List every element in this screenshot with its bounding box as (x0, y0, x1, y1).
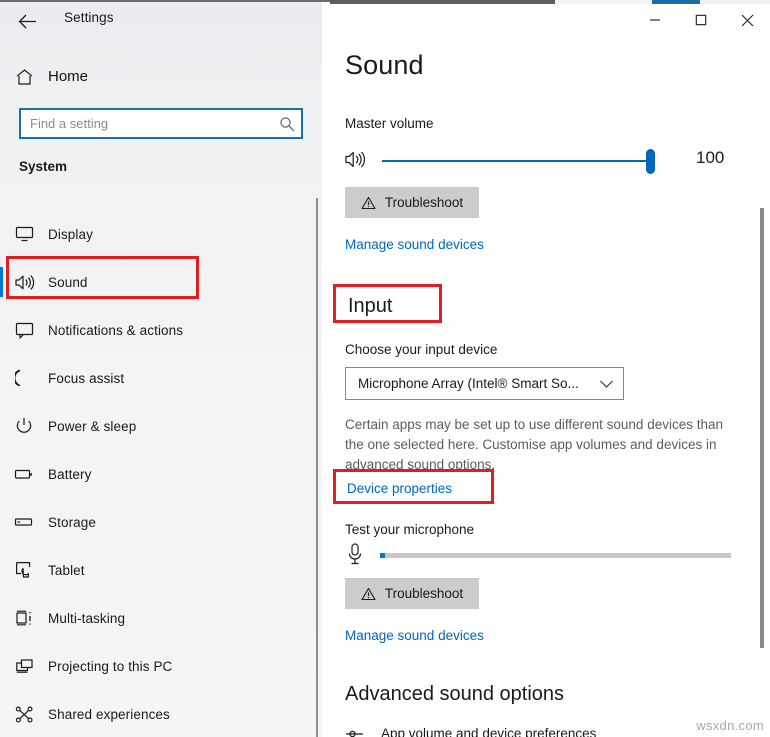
sidebar-scrollbar-thumb[interactable] (316, 198, 318, 737)
watermark: wsxdn.com (696, 718, 764, 733)
search-box[interactable] (19, 108, 303, 139)
window-controls (630, 4, 770, 36)
page-title: Sound (345, 50, 424, 81)
speaker-icon (0, 274, 48, 291)
monitor-icon (0, 226, 48, 242)
sidebar-nav-list: Display Sound (0, 210, 322, 737)
warning-triangle-icon (361, 196, 376, 210)
moon-icon (0, 369, 48, 387)
input-device-select[interactable]: Microphone Array (Intel® Smart So... (345, 367, 624, 400)
settings-window: Settings Home System (0, 0, 770, 737)
device-properties-link[interactable]: Device properties (347, 481, 452, 496)
sidebar-item-label: Multi-tasking (48, 611, 125, 626)
master-volume-slider[interactable]: 100 (344, 144, 754, 180)
multitask-icon (0, 610, 48, 627)
advanced-sound-options-heading: Advanced sound options (345, 683, 564, 706)
minimize-icon[interactable] (632, 4, 678, 36)
test-microphone-label: Test your microphone (345, 522, 474, 537)
mic-level-track (380, 553, 731, 558)
main-scrollbar-thumb[interactable] (760, 208, 764, 648)
microphone-level-meter (344, 542, 754, 572)
speaker-icon (344, 150, 368, 174)
battery-icon (0, 467, 48, 481)
close-icon[interactable] (724, 4, 770, 36)
chat-bubble-icon (0, 322, 48, 339)
app-volume-preferences-label: App volume and device preferences (381, 726, 596, 737)
master-volume-label: Master volume (345, 116, 434, 131)
input-description: Certain apps may be set up to use differ… (345, 415, 745, 475)
window-title: Settings (64, 10, 114, 25)
sidebar-item-label: Storage (48, 515, 96, 530)
troubleshoot-label: Troubleshoot (385, 195, 463, 210)
search-input[interactable] (21, 110, 273, 137)
power-icon (0, 417, 48, 435)
sidebar-item-display[interactable]: Display (0, 210, 322, 258)
microphone-icon (346, 542, 364, 573)
mic-level-fill (380, 553, 385, 558)
manage-sound-devices-link-output[interactable]: Manage sound devices (345, 237, 484, 252)
sidebar: Settings Home System (0, 2, 322, 737)
troubleshoot-label: Troubleshoot (385, 586, 463, 601)
slider-track[interactable] (382, 160, 652, 162)
maximize-icon[interactable] (678, 4, 724, 36)
sidebar-item-label: Focus assist (48, 371, 124, 386)
sidebar-item-label: Tablet (48, 563, 85, 578)
main-pane: Sound Master volume 100 (330, 4, 770, 737)
slider-thumb[interactable] (646, 149, 655, 174)
sidebar-item-sound[interactable]: Sound (0, 258, 322, 306)
choose-input-device-label: Choose your input device (345, 342, 497, 357)
sidebar-item-power-sleep[interactable]: Power & sleep (0, 402, 322, 450)
search-icon[interactable] (273, 116, 301, 132)
troubleshoot-input-button[interactable]: Troubleshoot (345, 578, 479, 609)
sidebar-scrollbar[interactable] (314, 198, 320, 737)
chevron-down-icon (589, 379, 623, 389)
home-icon (0, 68, 48, 86)
manage-sound-devices-link-input[interactable]: Manage sound devices (345, 628, 484, 643)
warning-triangle-icon (361, 587, 376, 601)
sidebar-item-notifications[interactable]: Notifications & actions (0, 306, 322, 354)
sidebar-item-label: Battery (48, 467, 91, 482)
sidebar-item-projecting[interactable]: Projecting to this PC (0, 642, 322, 690)
app-volume-preferences-item[interactable]: App volume and device preferences (345, 726, 596, 737)
share-icon (0, 706, 48, 723)
sidebar-group-header: System (19, 159, 67, 174)
troubleshoot-output-button[interactable]: Troubleshoot (345, 187, 479, 218)
sidebar-item-label: Shared experiences (48, 707, 170, 722)
volume-value: 100 (696, 148, 724, 168)
input-device-value: Microphone Array (Intel® Smart So... (346, 376, 589, 391)
sidebar-titlebar: Settings (0, 2, 322, 40)
sidebar-item-multitasking[interactable]: Multi-tasking (0, 594, 322, 642)
sidebar-item-home[interactable]: Home (0, 59, 322, 94)
home-label: Home (48, 68, 88, 85)
sidebar-item-focus-assist[interactable]: Focus assist (0, 354, 322, 402)
sidebar-item-shared-experiences[interactable]: Shared experiences (0, 690, 322, 737)
input-section-heading: Input (348, 295, 392, 318)
project-icon (0, 658, 48, 675)
tablet-icon (0, 561, 48, 579)
sidebar-item-tablet[interactable]: Tablet (0, 546, 322, 594)
sidebar-item-storage[interactable]: Storage (0, 498, 322, 546)
sidebar-item-label: Projecting to this PC (48, 659, 172, 674)
storage-icon (0, 516, 48, 528)
sidebar-item-label: Display (48, 227, 93, 242)
sidebar-item-battery[interactable]: Battery (0, 450, 322, 498)
mixer-icon (345, 727, 367, 737)
back-arrow-icon[interactable] (12, 8, 42, 34)
sidebar-item-label: Power & sleep (48, 419, 136, 434)
sidebar-item-label: Notifications & actions (48, 323, 183, 338)
sidebar-item-label: Sound (48, 275, 88, 290)
